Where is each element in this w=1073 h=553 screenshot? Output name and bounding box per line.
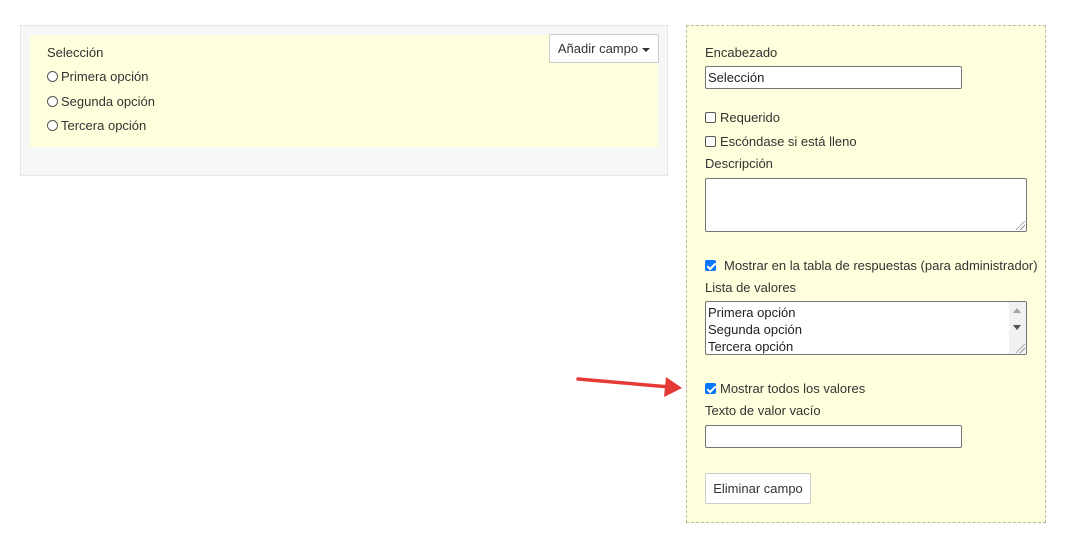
- preview-option-3[interactable]: Tercera opción: [47, 118, 146, 133]
- show-in-table-label: Mostrar en la tabla de respuestas (para …: [724, 258, 1038, 273]
- value-list-item: Segunda opción: [708, 322, 802, 337]
- show-all-values-label: Mostrar todos los valores: [720, 381, 866, 396]
- delete-field-label: Eliminar campo: [713, 481, 803, 496]
- value-list-item: Tercera opción: [708, 339, 794, 354]
- caret-down-icon: [642, 47, 651, 52]
- heading-input[interactable]: [705, 66, 962, 89]
- required-label: Requerido: [720, 110, 780, 125]
- value-list-item: Primera opción: [708, 305, 796, 320]
- preview-field-title: Selección: [47, 45, 104, 60]
- checkbox-icon[interactable]: [705, 383, 716, 394]
- field-editor-panel: [686, 25, 1046, 523]
- add-field-label: Añadir campo: [557, 41, 639, 56]
- delete-field-button[interactable]: Eliminar campo: [705, 473, 811, 504]
- scroll-up-icon[interactable]: [1013, 308, 1021, 313]
- value-list-label: Lista de valores: [705, 280, 797, 295]
- hide-if-filled-checkbox-row[interactable]: Escóndase si está lleno: [705, 134, 857, 149]
- annotation-arrow-icon: [576, 377, 682, 397]
- heading-label: Encabezado: [705, 45, 778, 60]
- empty-value-text-label: Texto de valor vacío: [705, 403, 821, 418]
- radio-icon[interactable]: [47, 96, 58, 107]
- radio-icon[interactable]: [47, 120, 58, 131]
- resize-grip-icon[interactable]: [1016, 221, 1025, 230]
- preview-option-label: Tercera opción: [61, 118, 147, 133]
- radio-icon[interactable]: [47, 71, 58, 82]
- scroll-down-icon[interactable]: [1013, 325, 1021, 330]
- hide-if-filled-label: Escóndase si está lleno: [720, 134, 857, 149]
- checkbox-icon[interactable]: [705, 112, 716, 123]
- resize-grip-icon[interactable]: [1016, 344, 1025, 353]
- description-label: Descripción: [705, 156, 773, 171]
- show-in-table-checkbox-row[interactable]: Mostrar en la tabla de respuestas (para …: [705, 258, 1038, 273]
- checkbox-icon[interactable]: [705, 136, 716, 147]
- preview-option-1[interactable]: Primera opción: [47, 69, 148, 84]
- preview-option-2[interactable]: Segunda opción: [47, 94, 155, 109]
- add-field-button[interactable]: Añadir campo: [549, 34, 659, 63]
- checkbox-icon[interactable]: [705, 260, 716, 271]
- preview-option-label: Segunda opción: [61, 94, 155, 109]
- show-all-values-checkbox-row[interactable]: Mostrar todos los valores: [705, 381, 865, 396]
- empty-value-text-input[interactable]: [705, 425, 962, 448]
- value-list-textarea[interactable]: Primera opción Segunda opción Tercera op…: [705, 301, 1027, 355]
- required-checkbox-row[interactable]: Requerido: [705, 110, 780, 125]
- preview-option-label: Primera opción: [61, 69, 149, 84]
- description-textarea[interactable]: [705, 178, 1027, 232]
